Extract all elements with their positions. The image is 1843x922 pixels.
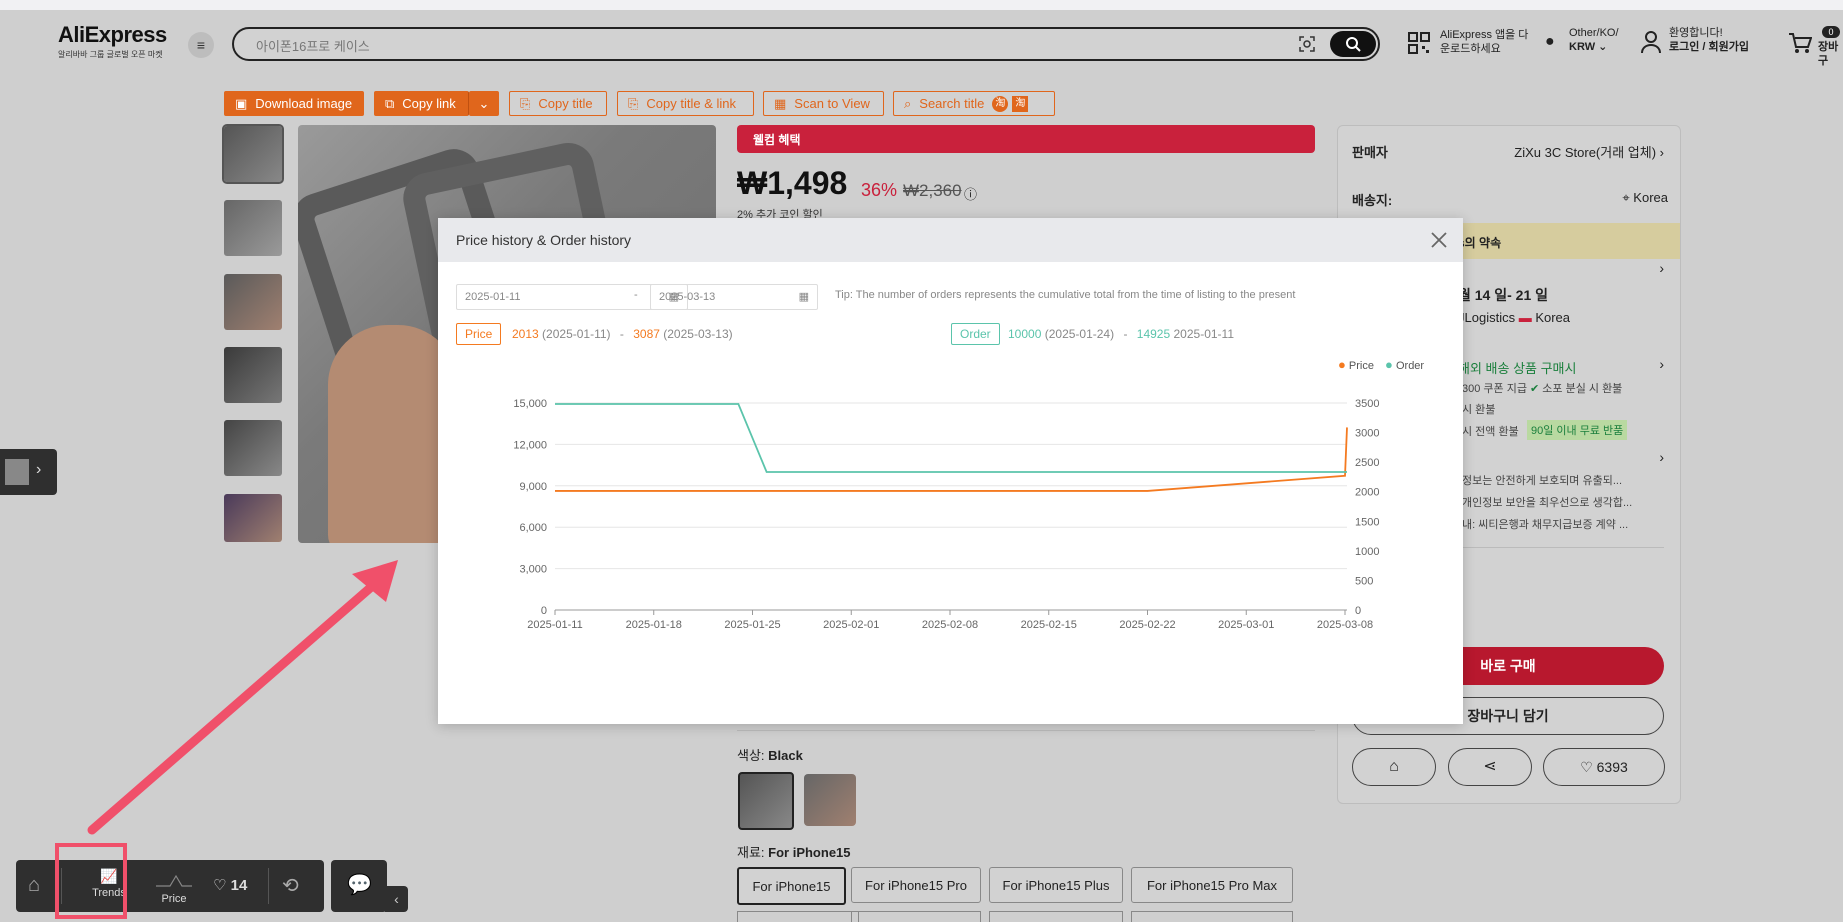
x-tick-label: 2025-02-15 xyxy=(1021,619,1077,631)
y-right-tick-label: 3500 xyxy=(1355,398,1379,410)
order-a: 10000 xyxy=(1008,327,1042,341)
price-history-modal: Price history & Order history 2025-01-11… xyxy=(438,218,1463,724)
order-summary: 10000 (2025-01-24) - 14925 2025-01-11 xyxy=(1008,327,1234,341)
legend-price-dot: ● xyxy=(1338,357,1346,372)
y-right-tick-label: 3000 xyxy=(1355,428,1379,440)
x-tick-label: 2025-02-22 xyxy=(1119,619,1175,631)
price-min: 2013 xyxy=(512,327,539,341)
series-line-order xyxy=(555,403,1347,473)
price-button[interactable]: Price xyxy=(144,860,204,912)
home-icon[interactable]: ⌂ xyxy=(28,874,40,897)
order-separator: - xyxy=(1123,327,1128,341)
x-tick-label: 2025-03-08 xyxy=(1317,619,1373,631)
price-max-date: (2025-03-13) xyxy=(663,327,733,341)
order-b-date: 2025-01-11 xyxy=(1173,327,1235,341)
y-left-tick-label: 6,000 xyxy=(519,522,547,534)
y-left-tick-label: 15,000 xyxy=(513,398,547,410)
modal-title: Price history & Order history xyxy=(456,232,632,248)
y-left-tick-label: 3,000 xyxy=(519,564,547,576)
price-summary: 2013 (2025-01-11) - 3087 (2025-03-13) xyxy=(512,327,733,341)
y-right-tick-label: 500 xyxy=(1355,575,1373,587)
legend-order-dot: ● xyxy=(1385,357,1393,372)
date-from-value: 2025-01-11 xyxy=(465,291,521,303)
divider xyxy=(268,868,269,904)
x-tick-label: 2025-01-25 xyxy=(724,619,780,631)
y-right-tick-label: 2000 xyxy=(1355,487,1379,499)
chart-legend: ● Price ● Order xyxy=(1338,357,1424,372)
date-separator: - xyxy=(634,289,638,301)
x-tick-label: 2025-01-11 xyxy=(527,619,582,631)
x-tick-label: 2025-03-01 xyxy=(1218,619,1274,631)
y-right-tick-label: 1500 xyxy=(1355,516,1379,528)
chat-panel: 💬 xyxy=(331,860,387,912)
heart-icon: ♡ xyxy=(213,877,227,894)
calendar-icon: ▦ xyxy=(798,291,809,303)
price-max: 3087 xyxy=(633,327,660,341)
price-min-date: (2025-01-11) xyxy=(542,327,611,341)
x-tick-label: 2025-01-18 xyxy=(626,619,682,631)
order-a-date: (2025-01-24) xyxy=(1044,327,1115,341)
history-icon[interactable]: ⟲ xyxy=(282,873,299,898)
annotation-highlight-box xyxy=(55,843,127,919)
x-tick-label: 2025-02-01 xyxy=(823,619,879,631)
price-order-chart: 0 3,000 6,000 9,000 12,000 15,000 0 500 1000 1500… xyxy=(513,398,1379,631)
y-right-tick-label: 1000 xyxy=(1355,546,1379,558)
y-left-tick-label: 9,000 xyxy=(519,481,547,493)
series-line-price xyxy=(555,427,1348,492)
tip-text: Tip: The number of orders represents the… xyxy=(835,289,1296,301)
date-to-value: 2025-03-13 xyxy=(659,291,716,303)
annotation-arrow-line xyxy=(87,570,390,835)
y-right-tick-label: 2500 xyxy=(1355,457,1379,469)
y-left-tick-label: 0 xyxy=(541,605,547,617)
price-label: Price xyxy=(161,893,187,905)
x-tick-label: 2025-02-08 xyxy=(922,619,978,631)
y-left-tick-label: 12,000 xyxy=(513,439,547,451)
order-b: 14925 xyxy=(1136,327,1171,341)
favorites-count: 14 xyxy=(230,877,248,894)
legend-order-label: Order xyxy=(1395,360,1425,372)
collapse-chevron-icon[interactable]: ‹ xyxy=(385,886,408,912)
favorites-button[interactable]: ♡ 14 xyxy=(213,876,247,894)
close-icon[interactable] xyxy=(1429,230,1449,250)
price-separator: - xyxy=(619,327,624,341)
y-right-tick-label: 0 xyxy=(1355,605,1361,617)
chat-icon[interactable]: 💬 xyxy=(347,872,372,897)
price-line-icon xyxy=(156,874,192,887)
legend-price-label: Price xyxy=(1348,360,1374,372)
order-tag: Order xyxy=(951,323,1000,345)
price-tag: Price xyxy=(456,323,502,345)
date-to-input[interactable]: 2025-03-13 ▦ xyxy=(650,284,818,310)
